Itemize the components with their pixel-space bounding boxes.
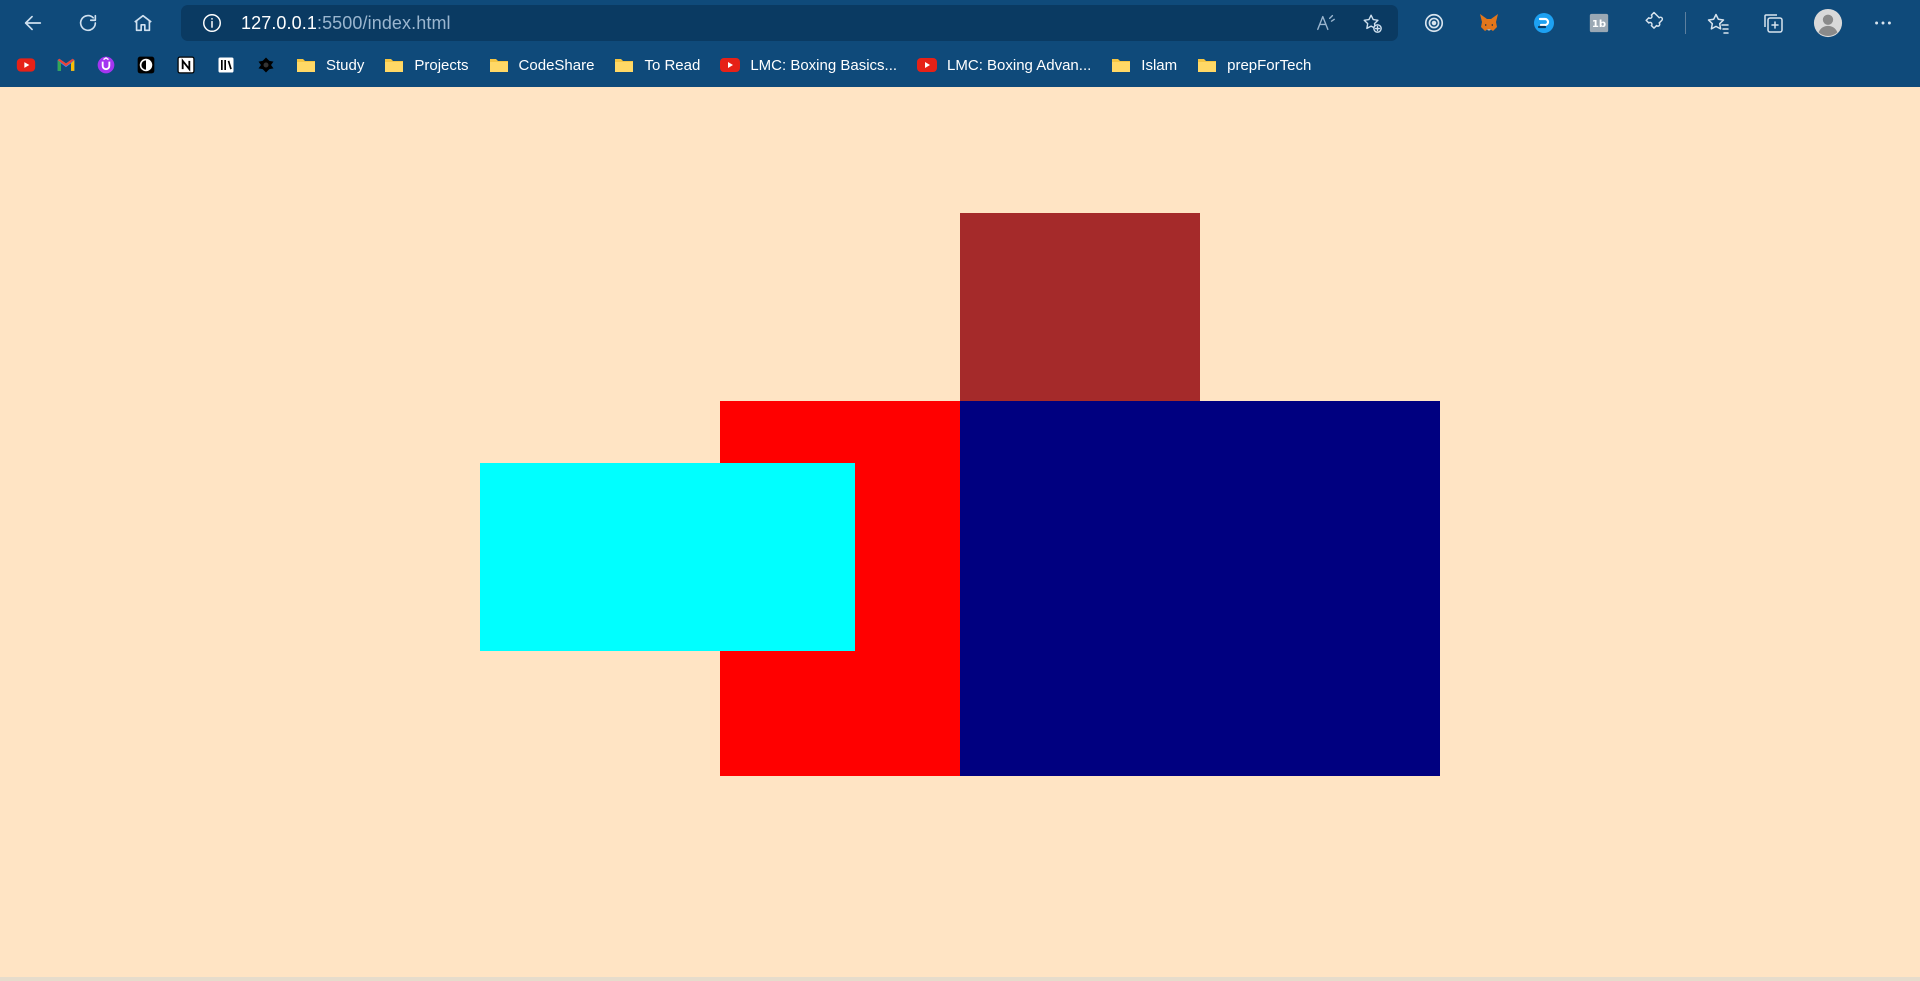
collections-icon[interactable] [1757, 7, 1789, 39]
read-aloud-icon[interactable] [1314, 11, 1338, 35]
bookmark-label: Study [326, 56, 365, 74]
site-info-icon[interactable] [201, 12, 223, 34]
svg-text:1b: 1b [1592, 19, 1606, 30]
home-icon [134, 14, 152, 31]
page-viewport [0, 87, 1920, 981]
address-actions [1314, 5, 1384, 41]
bookmarks-bar: Study Projects CodeShare To Read LMC: Bo… [0, 48, 1920, 82]
extensions-bar: 1b [1418, 0, 1920, 45]
url-text[interactable]: 127.0.0.1:5500/index.html [241, 13, 451, 34]
refresh-button[interactable] [66, 5, 110, 41]
back-button[interactable] [11, 5, 55, 41]
target-extension-icon[interactable] [1418, 7, 1450, 39]
refresh-icon [79, 14, 97, 31]
add-favorite-icon[interactable] [1360, 11, 1384, 35]
blue-circle-extension-icon[interactable] [1528, 7, 1560, 39]
browser-toolbar: 127.0.0.1:5500/index.html 1b [0, 0, 1920, 45]
favorites-star-icon[interactable] [1702, 7, 1734, 39]
bookmark-label: LMC: Boxing Advan... [947, 56, 1092, 74]
folder-icon [615, 59, 634, 72]
bookmark-projects[interactable]: Projects [384, 51, 469, 79]
extensions-puzzle-icon[interactable] [1638, 7, 1670, 39]
purple-u-icon[interactable] [96, 55, 116, 75]
bookmark-label: Islam [1141, 56, 1178, 74]
book-icon[interactable] [216, 55, 236, 75]
bookmark-label: LMC: Boxing Basics... [750, 56, 898, 74]
bookmark-prepfortech[interactable]: prepForTech [1197, 51, 1311, 79]
folder-icon [1198, 59, 1217, 72]
metamask-fox-icon[interactable] [1473, 7, 1505, 39]
youtube-icon [917, 58, 938, 72]
bookmark-label: Projects [414, 56, 469, 74]
folder-icon [1112, 59, 1131, 72]
bookmark-study[interactable]: Study [296, 51, 364, 79]
youtube-icon [720, 58, 741, 72]
dark-blob-icon[interactable] [256, 55, 276, 75]
toolbar-separator [1685, 11, 1686, 34]
bookmark-codeshare[interactable]: CodeShare [489, 51, 595, 79]
bookmark-boxing-advanced[interactable]: LMC: Boxing Advan... [917, 51, 1091, 79]
1b-extension-icon[interactable]: 1b [1583, 7, 1615, 39]
youtube-icon[interactable] [16, 55, 36, 75]
profile-avatar-icon[interactable] [1812, 7, 1844, 39]
bookmark-label: CodeShare [518, 56, 595, 74]
back-arrow-icon [24, 15, 42, 30]
home-button[interactable] [121, 5, 165, 41]
notion-icon[interactable] [176, 55, 196, 75]
page-bottom-edge [0, 977, 1920, 981]
cyan-box [480, 463, 855, 651]
bookmark-to-read[interactable]: To Read [614, 51, 700, 79]
navy-box [960, 401, 1440, 776]
bookmark-label: To Read [644, 56, 701, 74]
more-menu-icon[interactable] [1867, 7, 1899, 39]
folder-icon [489, 59, 508, 72]
bookmark-boxing-basics[interactable]: LMC: Boxing Basics... [720, 51, 897, 79]
bookmark-label: prepForTech [1227, 56, 1312, 74]
url-path: :5500/index.html [316, 12, 451, 33]
bookmark-islam[interactable]: Islam [1111, 51, 1177, 79]
folder-icon [385, 59, 404, 72]
circle-logo-icon[interactable] [136, 55, 156, 75]
folder-icon [297, 59, 315, 72]
url-host: 127.0.0.1 [241, 12, 317, 33]
gmail-icon[interactable] [56, 55, 76, 75]
address-bar[interactable]: 127.0.0.1:5500/index.html [181, 5, 1398, 41]
browser-chrome: 127.0.0.1:5500/index.html 1b Study Proje… [0, 0, 1920, 87]
brown-box [960, 213, 1200, 401]
